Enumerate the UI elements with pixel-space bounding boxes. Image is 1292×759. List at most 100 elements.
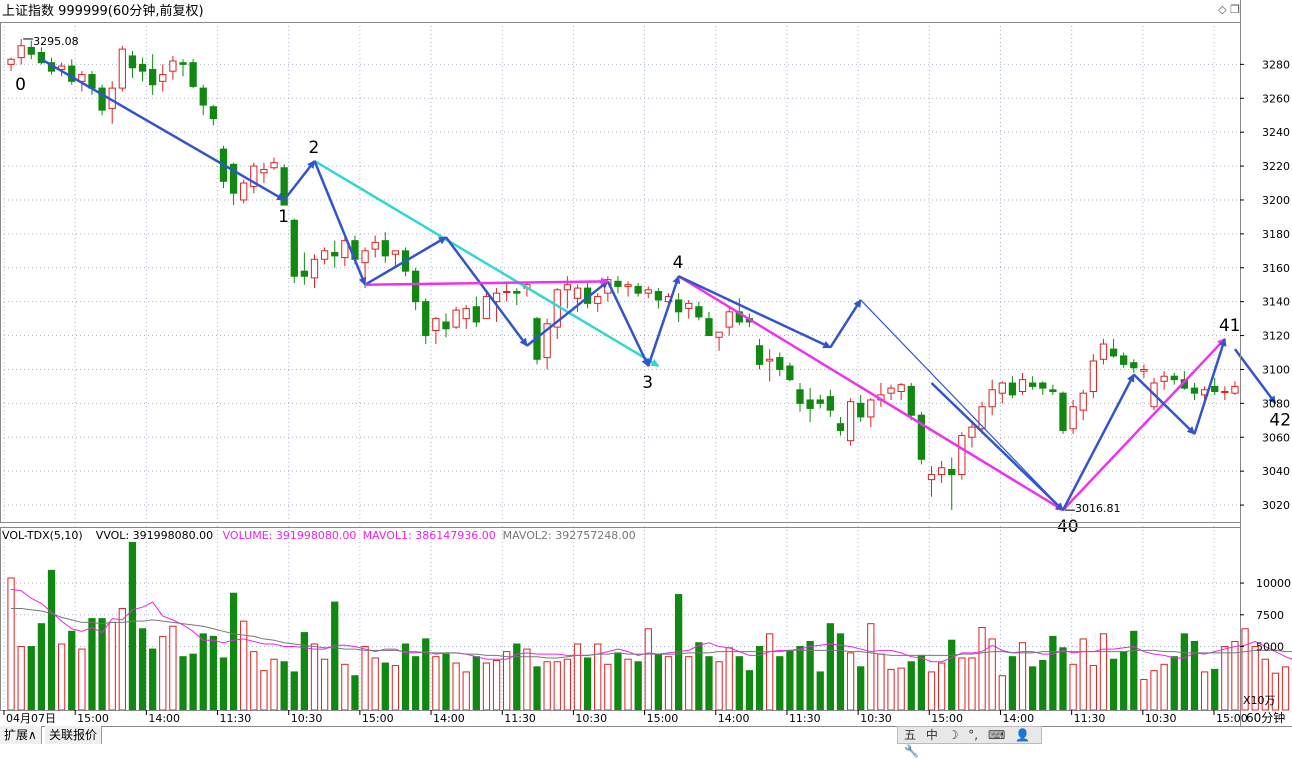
candle-body (826, 396, 834, 411)
candle (118, 45, 126, 92)
x-tick-label: 11:30 (1074, 712, 1106, 725)
candle-body (199, 87, 207, 106)
candle (998, 381, 1006, 404)
wave-line (365, 277, 609, 286)
ime-punct-icon[interactable]: °, (968, 727, 978, 743)
candle-body (1079, 392, 1087, 411)
diamond-icon[interactable]: ◇ (1218, 3, 1226, 16)
candle-body (98, 87, 106, 111)
candle (644, 286, 652, 299)
tab-related-quotes[interactable]: 关联报价 (45, 726, 103, 744)
ime-chinese-icon[interactable]: 中 (926, 727, 938, 743)
candle-body (614, 280, 622, 287)
candle-body (786, 365, 794, 381)
window-controls[interactable]: ◇ ❐ (1218, 3, 1240, 16)
x-tick-label: 15:00 (362, 712, 394, 725)
timeframe-label[interactable]: 60分钟 (1246, 710, 1285, 725)
volume-bar (644, 628, 652, 711)
volume-bar (371, 657, 379, 711)
volume-bar (846, 652, 855, 711)
volume-bar (1120, 651, 1128, 711)
candle-body (452, 309, 460, 328)
x-tick-label: 15:00 (1216, 712, 1248, 725)
candle-body (1018, 379, 1027, 392)
candle (705, 311, 713, 337)
volume-bar (118, 607, 126, 711)
candle (624, 281, 632, 297)
volume-bar (887, 668, 895, 711)
candle-body (118, 48, 126, 89)
candle-body (674, 299, 683, 313)
candle (462, 305, 470, 329)
candle (1160, 371, 1168, 390)
candle (422, 298, 430, 345)
candle-body (482, 296, 491, 320)
volume-bar (290, 671, 298, 711)
x-tick-label: 15:00 (931, 712, 963, 725)
restore-icon[interactable]: ❐ (1230, 3, 1240, 16)
candle-body (816, 399, 824, 404)
candle-body (260, 168, 268, 174)
candle-body (755, 345, 764, 365)
candle (250, 162, 258, 194)
volume-bar (1160, 663, 1168, 711)
candle (240, 179, 248, 204)
wave-line (313, 159, 660, 368)
volume-bar (907, 661, 915, 711)
candle-body (705, 318, 713, 337)
candle-body (1029, 382, 1037, 387)
price-grid (0, 22, 1240, 710)
kline-chart[interactable]: 上证指数 999999(60分钟,前复权) 012344041423295.08… (0, 0, 1292, 746)
volume-bar (1079, 638, 1087, 711)
candle-body (796, 389, 804, 404)
volume-bar (978, 627, 986, 711)
volume-bar (88, 618, 96, 711)
candle (1231, 381, 1239, 395)
candle-body (513, 290, 521, 294)
x-tick-label: 04月07日 (6, 712, 56, 725)
volume-legend-item: VOL-TDX(5,10) (2, 529, 83, 542)
wave-lines (40, 58, 1277, 512)
volume-bar (17, 646, 25, 711)
candle (796, 383, 804, 412)
candle (1140, 364, 1148, 378)
volume-bar (492, 660, 501, 711)
candle-body (968, 426, 976, 438)
candle (310, 254, 319, 289)
volume-bar (1221, 646, 1229, 711)
candle-body (27, 46, 35, 55)
candle-body (270, 162, 278, 169)
volume-bar (462, 671, 470, 711)
ime-toolbar[interactable]: 五 中 ☽ °, ⌨ 👤 🔧 (897, 726, 1042, 758)
volume-bar (877, 653, 885, 711)
volume-bar (816, 671, 824, 711)
candle-body (7, 58, 15, 65)
candle (149, 54, 157, 95)
volume-bar (7, 577, 15, 711)
volume-bar (604, 663, 612, 711)
candle (1079, 389, 1087, 421)
candle (1099, 338, 1108, 365)
candle-body (1109, 348, 1118, 357)
volume-bar (78, 648, 86, 711)
candle (412, 267, 420, 311)
candle-body (1069, 406, 1077, 430)
wrench-icon[interactable]: 🔧 (904, 743, 919, 759)
user-icon[interactable]: 👤 (1015, 727, 1030, 743)
candle (917, 411, 926, 465)
candle (907, 383, 915, 421)
candle-body (1099, 343, 1108, 360)
candle-body (1160, 375, 1168, 382)
keyboard-icon[interactable]: ⌨ (988, 727, 1005, 743)
volume-bar (432, 656, 440, 711)
tab-expand[interactable]: 扩展∧ (0, 726, 42, 744)
candle (209, 105, 217, 126)
volume-bar (766, 633, 774, 711)
volume-bar (1029, 666, 1037, 711)
candle (1089, 354, 1097, 399)
ime-mode-icon[interactable]: 五 (904, 727, 916, 743)
volume-bar (1109, 658, 1118, 711)
candle-body (624, 284, 632, 287)
candle (806, 388, 814, 422)
ime-moon-icon[interactable]: ☽ (948, 727, 959, 743)
